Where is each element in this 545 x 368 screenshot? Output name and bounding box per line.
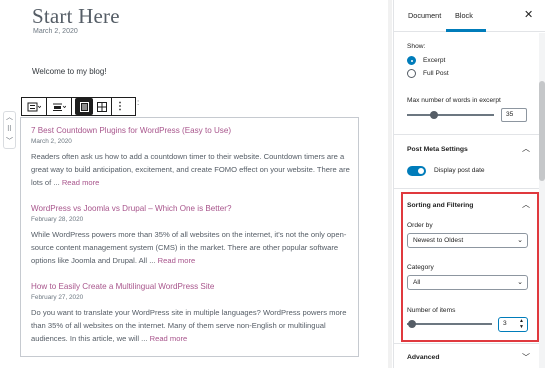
number-of-items-slider-handle[interactable]: [408, 320, 416, 328]
list-view-icon: [79, 101, 89, 112]
category-value: All: [413, 279, 421, 286]
latest-posts-block[interactable]: 7 Best Countdown Plugins for WordPress (…: [20, 117, 359, 357]
display-date-toggle[interactable]: [407, 166, 426, 176]
stepper-arrows-icon[interactable]: ▲ ▼: [519, 318, 524, 330]
post-item: 7 Best Countdown Plugins for WordPress (…: [31, 126, 355, 189]
sidebar-scrollbar[interactable]: [539, 33, 545, 368]
max-words-label: Max number of words in excerpt: [407, 97, 501, 104]
radio-full-post[interactable]: [407, 69, 416, 78]
sorting-panel-title[interactable]: Sorting and Filtering: [407, 202, 473, 209]
radio-excerpt-label[interactable]: Excerpt: [423, 57, 445, 64]
block-toolbar: ⋮: [21, 97, 136, 116]
block-mover[interactable]: ︿ ⠿ ﹀: [3, 111, 16, 149]
block-type-button[interactable]: [22, 98, 46, 115]
post-item: WordPress vs Joomla vs Drupal – Which On…: [31, 204, 355, 267]
toolbar-colon: :: [137, 98, 140, 107]
post-excerpt: Readers often ask us how to add a countd…: [31, 150, 355, 189]
align-center-icon: [53, 103, 66, 111]
more-vertical-icon: ⋮: [115, 101, 125, 112]
more-options-button[interactable]: ⋮: [112, 98, 128, 115]
post-title-link[interactable]: How to Easily Create a Multilingual Word…: [31, 282, 355, 292]
post-date: February 28, 2020: [31, 216, 84, 223]
sidebar-tabs: Document Block ✕: [394, 0, 545, 32]
show-label: Show:: [407, 43, 426, 50]
post-date: March 2, 2020: [31, 138, 72, 145]
category-select[interactable]: All ⌄: [407, 275, 528, 290]
radio-excerpt[interactable]: [407, 56, 416, 65]
panel-divider: [394, 188, 539, 189]
chevron-up-icon[interactable]: ︿: [522, 143, 530, 154]
display-date-label: Display post date: [434, 167, 485, 174]
post-item: How to Easily Create a Multilingual Word…: [31, 282, 355, 345]
chevron-down-icon[interactable]: ﹀: [522, 352, 530, 363]
read-more-link[interactable]: Read more: [158, 256, 196, 265]
post-date: February 27, 2020: [31, 294, 84, 301]
post-meta-panel-title[interactable]: Post Meta Settings: [407, 146, 468, 153]
editor-canvas: Start Here March 2, 2020 Welcome to my b…: [0, 0, 390, 368]
page-title[interactable]: Start Here: [32, 4, 120, 29]
list-icon: [27, 102, 41, 111]
panel-divider: [394, 134, 539, 135]
close-icon[interactable]: ✕: [524, 8, 533, 21]
tab-block[interactable]: Block: [455, 11, 473, 20]
post-excerpt: While WordPress powers more than 35% of …: [31, 228, 355, 267]
align-button[interactable]: [47, 98, 71, 115]
chevron-up-icon[interactable]: ︿: [522, 199, 530, 210]
order-by-select[interactable]: Newest to Oldest ⌄: [407, 233, 528, 248]
max-words-input[interactable]: 35: [501, 108, 527, 122]
excerpt-text: Do you want to translate your WordPress …: [31, 308, 347, 343]
number-of-items-input[interactable]: 3 ▲ ▼: [498, 317, 528, 332]
move-up-icon[interactable]: ︿: [4, 112, 15, 124]
list-view-button[interactable]: [75, 98, 93, 115]
tab-document[interactable]: Document: [408, 11, 441, 20]
toolbar-separator: [71, 98, 72, 115]
move-down-icon[interactable]: ﹀: [4, 136, 15, 148]
chevron-down-icon: ⌄: [517, 279, 523, 286]
post-title-link[interactable]: 7 Best Countdown Plugins for WordPress (…: [31, 126, 355, 136]
number-of-items-value: 3: [503, 320, 507, 327]
number-of-items-slider-track[interactable]: [407, 323, 492, 325]
panel-divider: [394, 343, 539, 344]
order-by-value: Newest to Oldest: [413, 237, 464, 244]
max-words-slider-handle[interactable]: [430, 111, 438, 119]
drag-handle-icon[interactable]: ⠿: [4, 124, 15, 136]
order-by-label: Order by: [407, 222, 433, 229]
radio-full-post-label[interactable]: Full Post: [423, 70, 449, 77]
page-date: March 2, 2020: [33, 28, 78, 35]
number-of-items-label: Number of items: [407, 307, 456, 314]
intro-paragraph[interactable]: Welcome to my blog!: [32, 67, 107, 76]
read-more-link[interactable]: Read more: [62, 178, 100, 187]
editor-scrollbar[interactable]: [388, 0, 392, 368]
category-label: Category: [407, 264, 434, 271]
advanced-panel-title[interactable]: Advanced: [407, 354, 439, 361]
grid-view-button[interactable]: [93, 98, 111, 115]
active-tab-indicator: [446, 29, 486, 32]
max-words-slider-track[interactable]: [407, 114, 494, 116]
post-title-link[interactable]: WordPress vs Joomla vs Drupal – Which On…: [31, 204, 355, 214]
sidebar-scrollbar-thumb[interactable]: [539, 81, 545, 181]
settings-sidebar: Document Block ✕ Show: Excerpt Full Post…: [393, 0, 545, 368]
chevron-down-icon: ⌄: [517, 237, 523, 244]
post-excerpt: Do you want to translate your WordPress …: [31, 306, 355, 345]
read-more-link[interactable]: Read more: [150, 334, 188, 343]
grid-view-icon: [97, 101, 107, 112]
